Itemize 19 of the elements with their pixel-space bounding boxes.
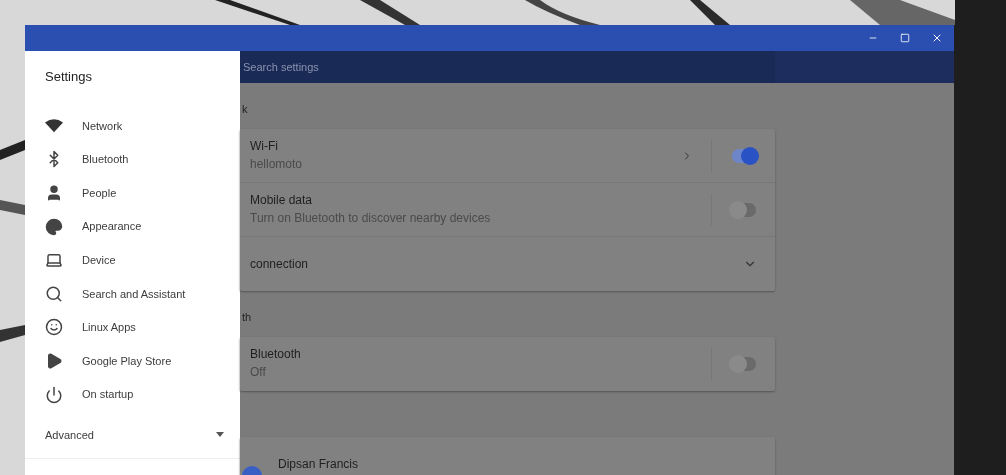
drawer-item[interactable]: Search and Assistant — [25, 276, 240, 311]
drawer-item[interactable]: Device — [25, 243, 240, 277]
drawer-item[interactable]: Linux Apps — [25, 310, 240, 345]
row-title: connection — [250, 256, 310, 272]
drawer-title: Settings — [44, 68, 93, 86]
row-title: Bluetooth — [250, 346, 302, 362]
drawer-item[interactable]: Google Play Store — [25, 344, 240, 378]
drawer-item[interactable]: On startup — [25, 377, 240, 412]
row-title: Mobile data — [250, 191, 314, 208]
section-heading: k — [241, 102, 249, 117]
row-title: Wi-Fi — [250, 137, 279, 154]
drawer-item[interactable]: Bluetooth — [25, 142, 240, 177]
advanced-item[interactable]: Advanced — [25, 411, 240, 460]
search-field[interactable]: Search settings — [240, 51, 775, 83]
drawer-item[interactable]: Appearance — [25, 209, 240, 244]
drawer-item[interactable]: People — [25, 176, 240, 210]
drawer-item[interactable]: Network — [25, 109, 240, 143]
row-title: Dipsan Francis — [278, 456, 360, 472]
section-heading: th — [241, 310, 253, 325]
